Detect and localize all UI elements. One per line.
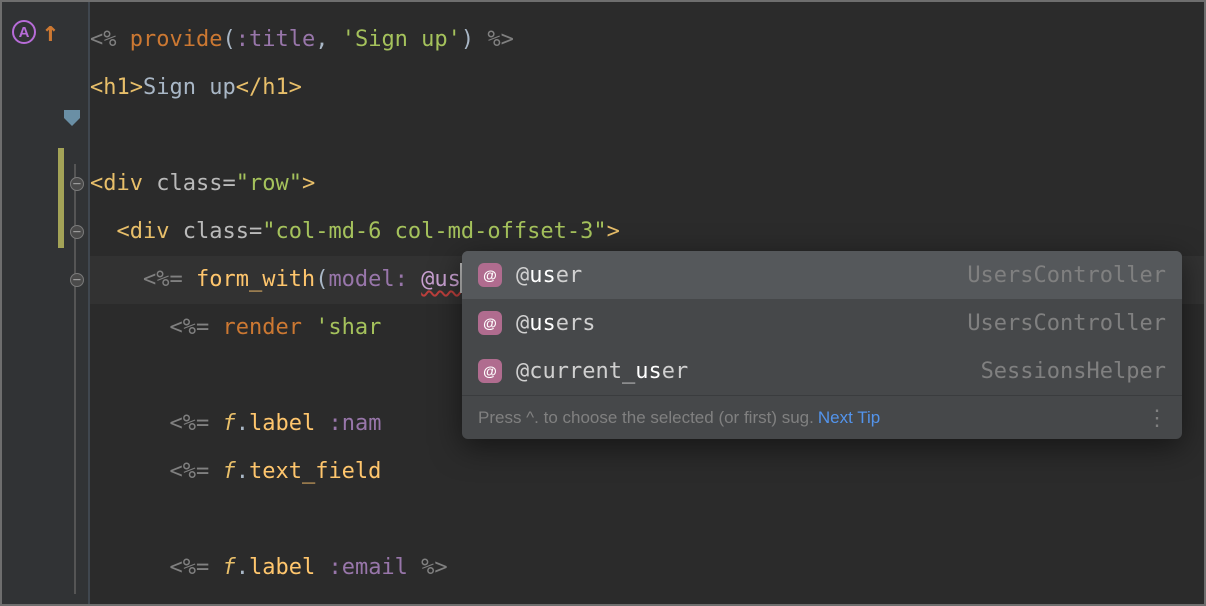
code-line[interactable] xyxy=(90,112,1204,160)
code-line[interactable]: <%= f.label :email %> xyxy=(90,544,1204,592)
completion-origin: SessionsHelper xyxy=(981,359,1166,384)
completion-label: @user xyxy=(516,263,582,288)
completion-label: @users xyxy=(516,311,596,336)
completion-origin: UsersController xyxy=(967,263,1166,288)
code-line[interactable]: <% provide(:title, 'Sign up') %> xyxy=(90,16,1204,64)
completion-tip-text: Press ^. to choose the selected (or firs… xyxy=(478,408,814,428)
editor-frame: A ↑ − − − <% provide(:title, 'Sign up') … xyxy=(0,0,1206,606)
at-icon: @ xyxy=(478,359,502,383)
code-line[interactable] xyxy=(90,496,1204,544)
more-icon[interactable]: ⋮ xyxy=(1146,405,1166,431)
at-icon: @ xyxy=(478,311,502,335)
at-icon: @ xyxy=(478,263,502,287)
completion-popup[interactable]: @ @user UsersController @ @users UsersCo… xyxy=(462,251,1182,439)
fold-icon[interactable]: − xyxy=(70,273,84,287)
next-tip-link[interactable]: Next Tip xyxy=(818,408,880,428)
code-line[interactable]: <h1>Sign up</h1> xyxy=(90,64,1204,112)
fold-icon[interactable]: − xyxy=(70,177,84,191)
completion-item[interactable]: @ @users UsersController xyxy=(462,299,1182,347)
completion-footer: Press ^. to choose the selected (or firs… xyxy=(462,395,1182,439)
code-line[interactable]: <%= f.text_field xyxy=(90,448,1204,496)
completion-item[interactable]: @ @current_user SessionsHelper xyxy=(462,347,1182,395)
code-line[interactable]: <div class="row"> xyxy=(90,160,1204,208)
completion-label: @current_user xyxy=(516,359,688,384)
code-line[interactable]: <%= f.email_field :email, class: 'form-c… xyxy=(90,592,1204,606)
fold-icon[interactable]: − xyxy=(70,225,84,239)
gutter: A ↑ − − − xyxy=(2,2,90,604)
completion-origin: UsersController xyxy=(967,311,1166,336)
completion-item[interactable]: @ @user UsersController xyxy=(462,251,1182,299)
code-line[interactable]: <div class="col-md-6 col-md-offset-3"> xyxy=(90,208,1204,256)
